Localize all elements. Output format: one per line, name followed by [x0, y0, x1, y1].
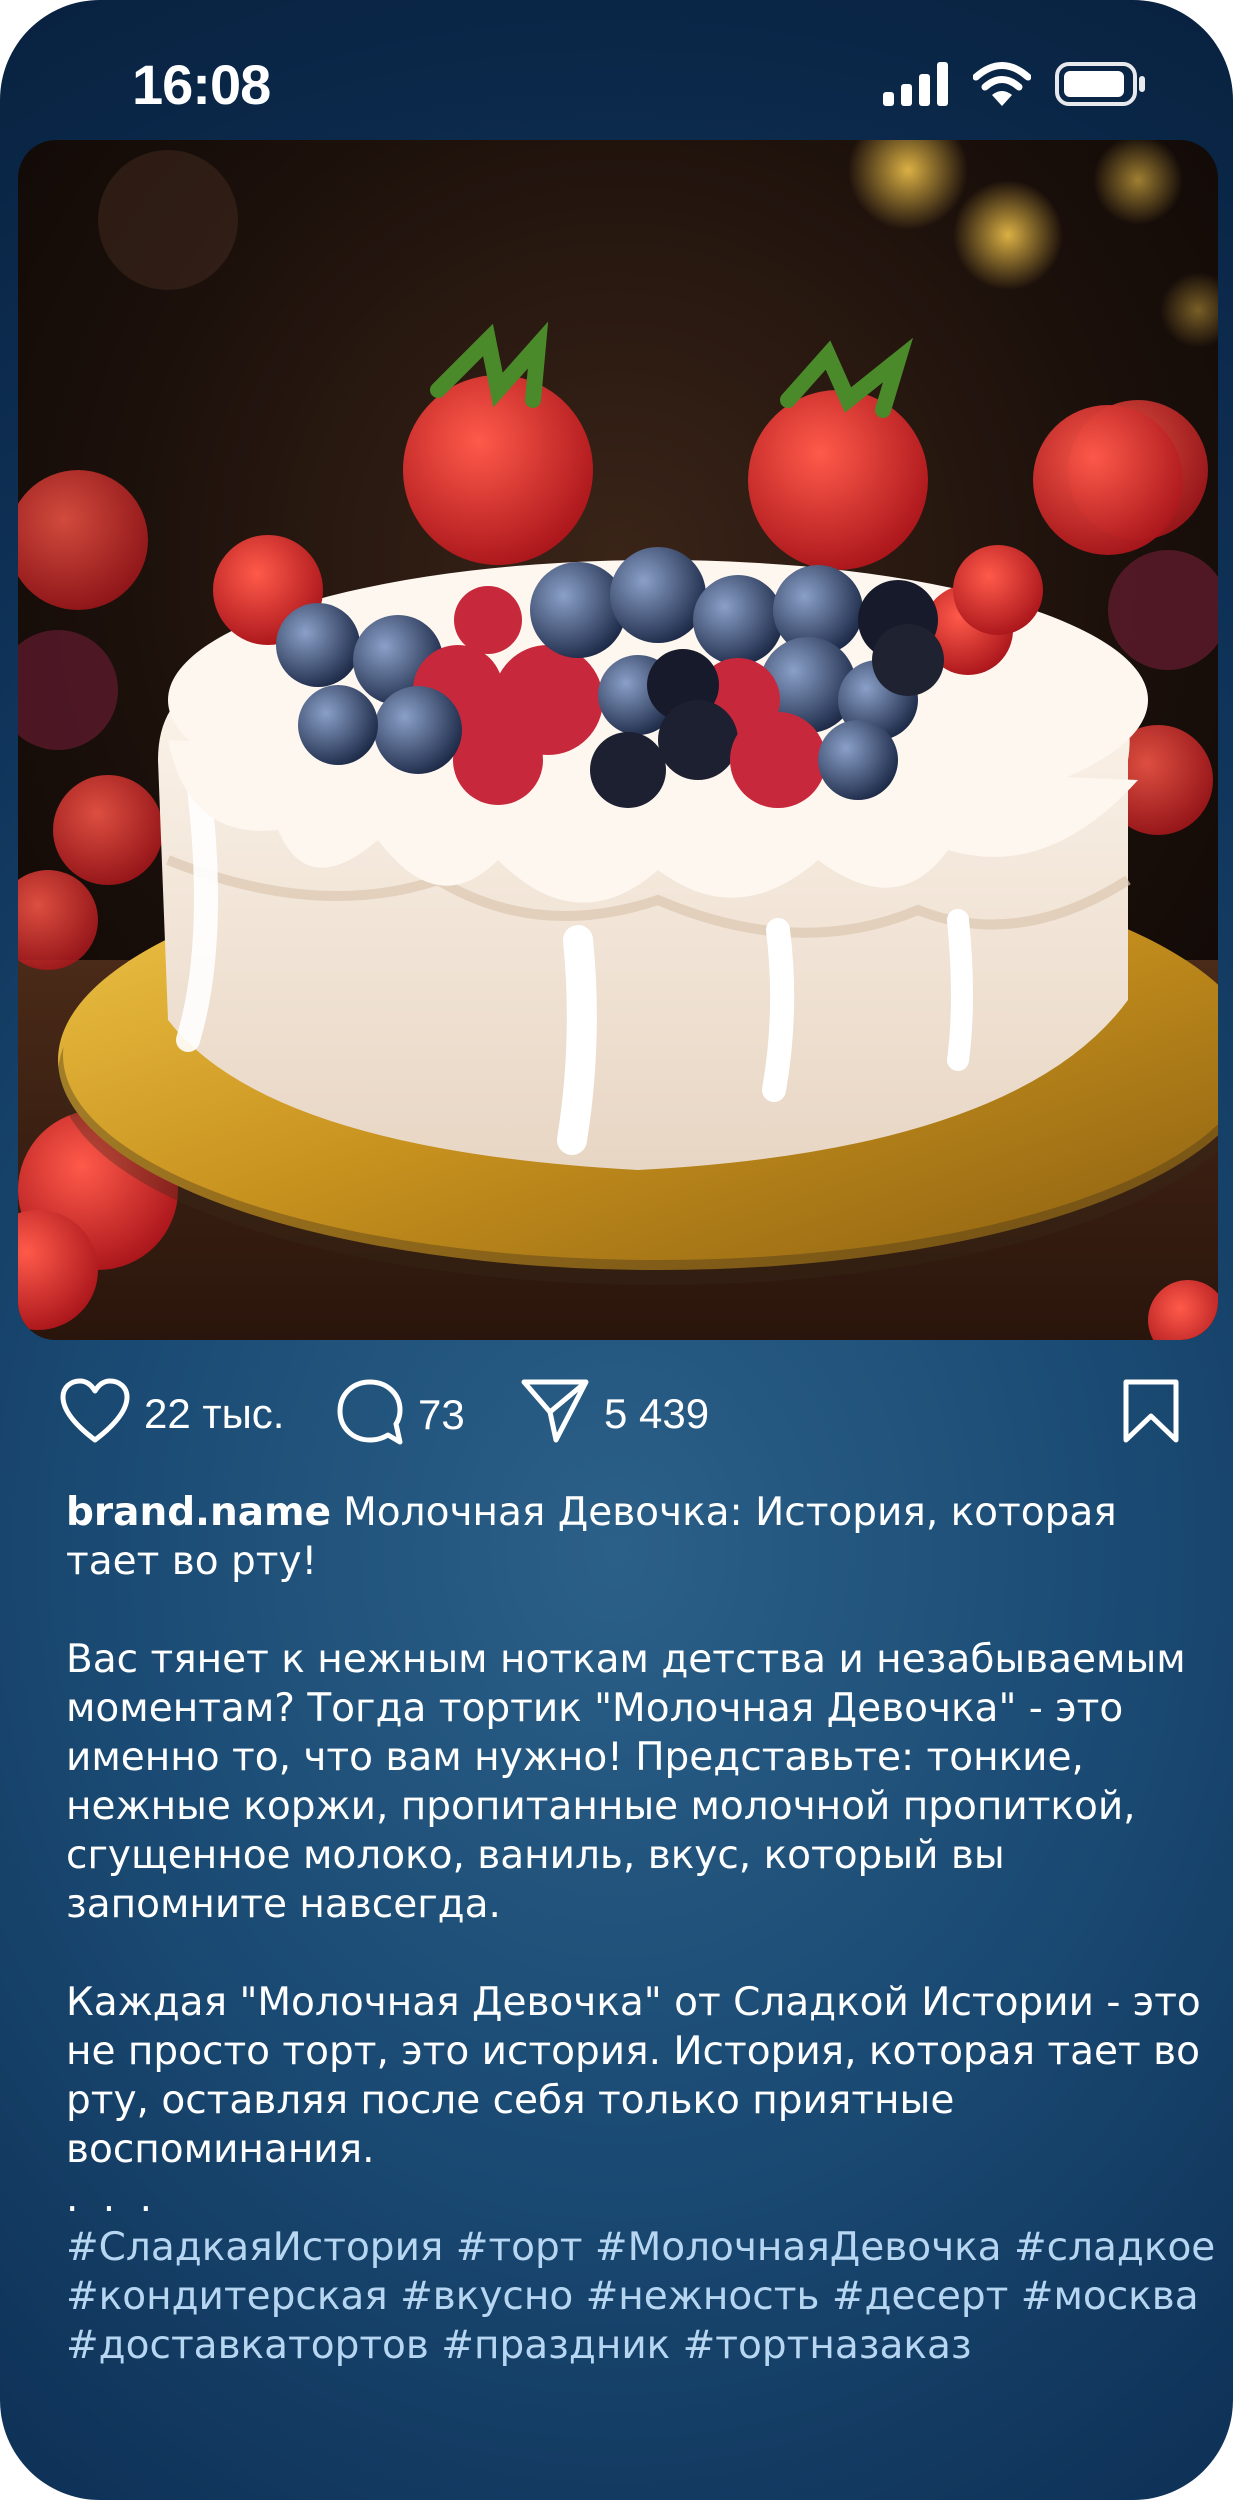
like-button[interactable]: 22 тыс.	[60, 1378, 284, 1449]
wifi-icon	[972, 62, 1032, 111]
shares-count: 5 439	[604, 1389, 710, 1437]
likes-count: 22 тыс.	[144, 1389, 285, 1437]
post-caption: brand.name Молочная Девочка: История, кот…	[66, 1488, 1216, 2370]
cake-photo[interactable]	[18, 140, 1218, 1340]
signal-icon	[883, 62, 949, 111]
phone-screen: 16:08 22 тыс. 73 5 439 brand.name Молочн…	[0, 0, 1233, 2500]
hashtags[interactable]: #СладкаяИстория #торт #МолочнаяДевочка #…	[66, 2223, 1216, 2370]
caption-more[interactable]: . . .	[66, 2174, 1216, 2223]
comment-icon	[336, 1378, 404, 1451]
status-icons	[883, 62, 1147, 111]
caption-title-line: brand.name Молочная Девочка: История, кот…	[66, 1488, 1216, 1586]
status-bar: 16:08	[0, 0, 1233, 140]
comment-button[interactable]: 73	[336, 1378, 465, 1451]
bookmark-icon	[1122, 1378, 1180, 1449]
post-actions: 22 тыс. 73 5 439	[60, 1378, 1180, 1458]
share-button[interactable]: 5 439	[520, 1378, 709, 1449]
save-button[interactable]	[1122, 1378, 1180, 1449]
status-time: 16:08	[132, 53, 271, 116]
caption-paragraph-1: Вас тянет к нежным ноткам детства и неза…	[66, 1637, 1186, 1927]
heart-icon	[60, 1378, 130, 1449]
battery-icon	[1055, 62, 1147, 111]
username-link[interactable]: brand.name	[66, 1490, 331, 1535]
send-icon	[520, 1378, 590, 1449]
comments-count: 73	[418, 1390, 465, 1438]
caption-paragraph-2: Каждая "Молочная Девочка" от Сладкой Ист…	[66, 1980, 1201, 2172]
